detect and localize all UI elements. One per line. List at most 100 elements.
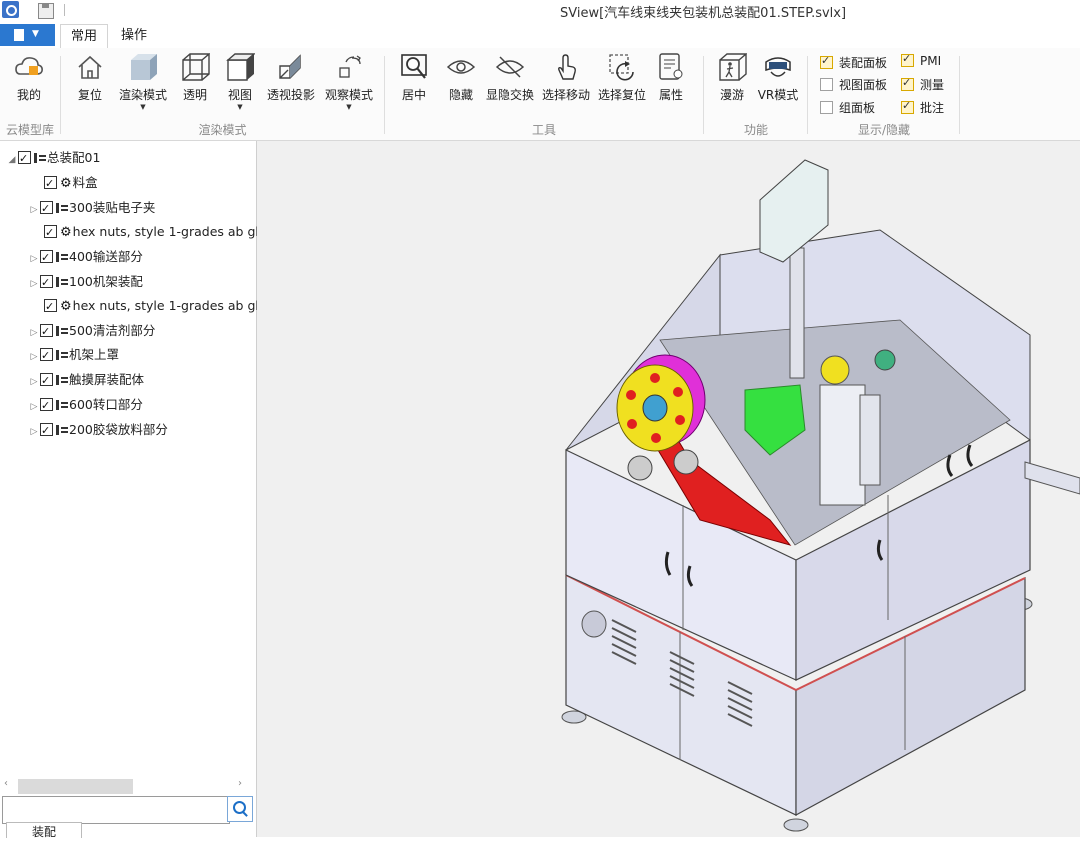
dropdown-caret-icon: ▼ xyxy=(237,103,243,111)
assembly-icon xyxy=(56,277,68,287)
scroll-right-icon[interactable]: › xyxy=(238,778,242,789)
shaded-cube-icon xyxy=(128,52,158,82)
group-panel-checkbox[interactable]: 组面板 xyxy=(820,99,875,116)
tree-checkbox[interactable] xyxy=(40,248,53,268)
transparent-button[interactable]: 透明 xyxy=(178,52,212,103)
tab-assembly-panel[interactable]: 装配 xyxy=(6,822,82,839)
group-label-tools: 工具 xyxy=(531,123,556,137)
dropdown-caret-icon: ▼ xyxy=(140,103,146,111)
title-bar: SView[汽车线束线夹包装机总装配01.STEP.svlx] xyxy=(0,0,1080,22)
vr-mode-button[interactable]: VR模式 xyxy=(756,52,800,103)
gear-icon: ⚙ xyxy=(60,225,72,240)
view-panel-checkbox[interactable]: 视图面板 xyxy=(820,76,887,93)
render-mode-button[interactable]: 渲染模式 ▼ xyxy=(115,52,171,111)
checkbox-checked[interactable] xyxy=(820,54,833,69)
document-properties-icon xyxy=(656,52,686,82)
expand-arrow-icon[interactable]: ▷ xyxy=(28,274,40,294)
assembly-icon xyxy=(56,425,68,435)
tree-checkbox[interactable] xyxy=(40,396,53,416)
roam-button[interactable]: 漫游 xyxy=(714,52,750,103)
ribbon-tab-row: ▼ 常用 操作 xyxy=(0,22,1080,50)
window-title: SView[汽车线束线夹包装机总装配01.STEP.svlx] xyxy=(560,6,847,21)
machine-model-render[interactable] xyxy=(257,141,1080,837)
scrollbar-thumb[interactable] xyxy=(18,779,133,794)
tree-item-part[interactable]: ⚙hex nuts, style 1-grades ab gb xyxy=(44,222,263,243)
assembly-tree-panel: ◢总装配01 ⚙料盒 ▷300装贴电子夹 ⚙hex nuts, style 1-… xyxy=(0,141,263,837)
expand-arrow-icon[interactable]: ▷ xyxy=(28,200,40,220)
tree-item-assembly[interactable]: ▷200胶袋放料部分 xyxy=(28,420,168,442)
tree-checkbox[interactable] xyxy=(40,371,53,391)
expand-arrow-icon[interactable]: ▷ xyxy=(28,249,40,269)
checkbox-checked[interactable] xyxy=(901,76,914,91)
assembly-icon xyxy=(56,400,68,410)
expand-arrow-icon[interactable]: ◢ xyxy=(6,150,18,170)
expand-arrow-icon[interactable]: ▷ xyxy=(28,323,40,343)
tree-checkbox[interactable] xyxy=(44,174,57,194)
assembly-panel-checkbox[interactable]: 装配面板 xyxy=(820,54,887,71)
tree-horizontal-scrollbar[interactable]: ‹ › xyxy=(0,776,256,794)
walk-cube-icon xyxy=(717,52,748,82)
tree-checkbox[interactable] xyxy=(40,421,53,441)
tree-item-assembly[interactable]: ▷100机架装配 xyxy=(28,272,143,294)
expand-arrow-icon[interactable]: ▷ xyxy=(28,422,40,442)
tree-item-part[interactable]: ⚙hex nuts, style 1-grades ab gb xyxy=(44,296,263,317)
checkbox-unchecked[interactable] xyxy=(820,101,833,114)
tree-checkbox[interactable] xyxy=(44,297,57,317)
checkbox-checked[interactable] xyxy=(901,99,914,114)
select-move-button[interactable]: 选择移动 xyxy=(540,52,592,103)
search-icon[interactable] xyxy=(227,796,253,822)
tree-item-assembly[interactable]: ▷400输送部分 xyxy=(28,247,143,269)
properties-button[interactable]: 属性 xyxy=(653,52,689,103)
assembly-icon xyxy=(34,153,46,163)
tree-checkbox[interactable] xyxy=(18,149,31,169)
tree-item-assembly[interactable]: ▷600转口部分 xyxy=(28,395,143,417)
group-label-functions: 功能 xyxy=(743,123,768,137)
3d-viewport[interactable] xyxy=(257,141,1080,837)
tree-root-node[interactable]: ◢总装配01 xyxy=(6,148,101,170)
tree-item-part[interactable]: ⚙料盒 xyxy=(44,173,98,194)
tree-item-assembly[interactable]: ▷500清洁剂部分 xyxy=(28,321,156,343)
view-button[interactable]: 视图 ▼ xyxy=(222,52,258,111)
perspective-icon xyxy=(276,52,306,82)
tree-checkbox[interactable] xyxy=(40,346,53,366)
perspective-button[interactable]: 透视投影 xyxy=(264,52,318,103)
hand-pointer-icon xyxy=(551,52,581,82)
tree-checkbox[interactable] xyxy=(40,199,53,219)
wireframe-cube-icon xyxy=(180,52,211,82)
gear-icon: ⚙ xyxy=(60,299,72,314)
zoom-frame-icon xyxy=(399,52,429,82)
tree-checkbox[interactable] xyxy=(40,322,53,342)
expand-arrow-icon[interactable]: ▷ xyxy=(28,347,40,367)
expand-arrow-icon[interactable]: ▷ xyxy=(28,372,40,392)
annotation-checkbox[interactable]: 批注 xyxy=(901,99,944,116)
checkbox-unchecked[interactable] xyxy=(820,78,833,91)
swap-visibility-button[interactable]: 显隐交换 xyxy=(484,52,536,103)
file-menu-button[interactable]: ▼ xyxy=(0,24,55,46)
pmi-checkbox[interactable]: PMI xyxy=(901,52,941,68)
view-cube-icon xyxy=(225,52,256,82)
select-reset-button[interactable]: 选择复位 xyxy=(596,52,648,103)
tab-operation[interactable]: 操作 xyxy=(111,24,157,48)
tree-checkbox[interactable] xyxy=(44,223,57,243)
cloud-icon xyxy=(14,52,44,82)
measure-checkbox[interactable]: 测量 xyxy=(901,76,944,93)
tree-search-input[interactable] xyxy=(2,796,230,824)
assembly-icon xyxy=(56,326,68,336)
observe-mode-button[interactable]: 观察模式 ▼ xyxy=(322,52,376,111)
tree-item-assembly[interactable]: ▷触摸屏装配体 xyxy=(28,370,144,392)
hide-button[interactable]: 隐藏 xyxy=(443,52,479,103)
scroll-left-icon[interactable]: ‹ xyxy=(4,778,8,789)
mine-button[interactable]: 我的 xyxy=(8,52,50,103)
tree-item-assembly[interactable]: ▷300装贴电子夹 xyxy=(28,198,156,220)
eye-slash-icon xyxy=(495,52,525,82)
assembly-icon xyxy=(56,252,68,262)
assembly-icon xyxy=(56,375,68,385)
tab-common[interactable]: 常用 xyxy=(60,24,109,50)
tree-checkbox[interactable] xyxy=(40,273,53,293)
center-button[interactable]: 居中 xyxy=(396,52,432,103)
orbit-icon xyxy=(334,52,364,82)
tree-item-assembly[interactable]: ▷机架上罩 xyxy=(28,345,119,367)
expand-arrow-icon[interactable]: ▷ xyxy=(28,397,40,417)
checkbox-checked[interactable] xyxy=(901,52,914,67)
reset-button[interactable]: 复位 xyxy=(72,52,108,103)
